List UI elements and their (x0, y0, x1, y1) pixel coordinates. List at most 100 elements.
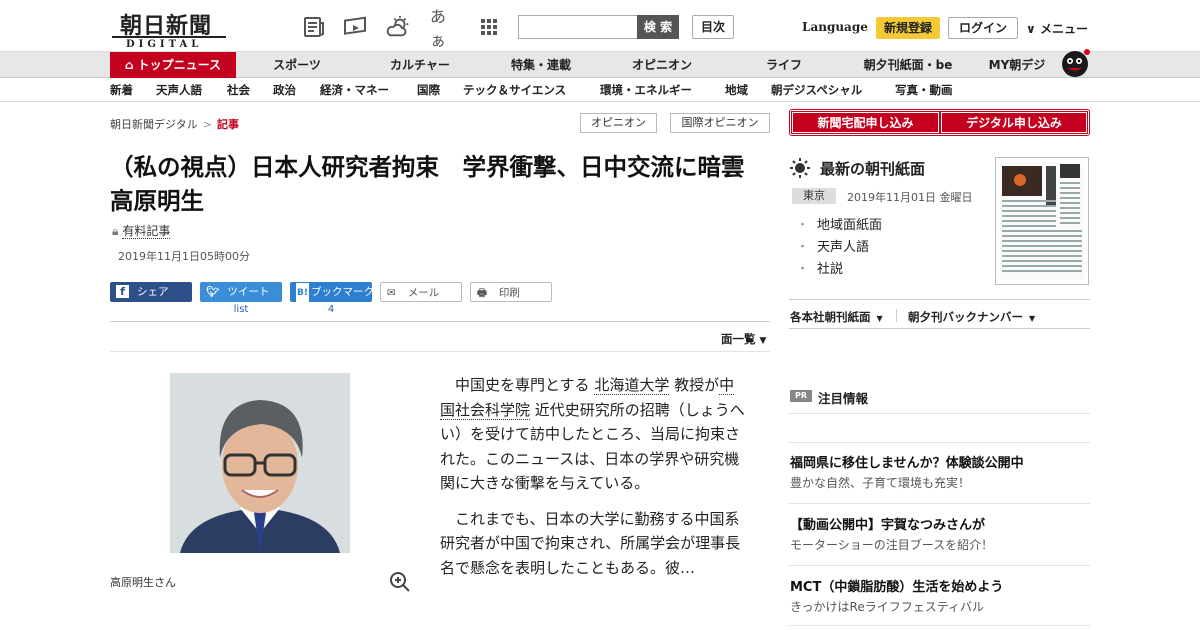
nav-features[interactable]: 特集・連載 (500, 52, 582, 78)
pr-item-headline[interactable]: MCT（中鎖脂肪酸）生活を始めよう (790, 576, 1003, 595)
weather-icon[interactable] (386, 14, 412, 40)
facebook-share-button[interactable]: f シェア (110, 282, 192, 302)
site-header: 朝日新聞 DIGITAL あぁ 検 索 目次 Language 新規登録 ログイ… (0, 0, 1200, 52)
divider (789, 413, 1090, 414)
caret-down-icon: ▼ (759, 336, 767, 346)
logo-sub-text: DIGITAL (122, 39, 207, 50)
nav-culture[interactable]: カルチャー (380, 52, 460, 78)
nav2-society[interactable]: 社会 (227, 78, 250, 102)
pr-item-subtext[interactable]: きっかけはReライフフェスティバル (790, 598, 984, 615)
paper-link-tenseijingo[interactable]: ・天声人語 (796, 236, 869, 255)
print-icon: 🖶︎ (477, 287, 487, 299)
article-title: （私の視点）日本人研究者拘束 学界衝撃、日中交流に暗雲 高原明生 (110, 153, 768, 215)
divider (896, 309, 897, 322)
nav2-economy[interactable]: 経済・マネー (320, 78, 389, 102)
nav2-region[interactable]: 地域 (725, 78, 748, 102)
article-paragraph: これまでも、日本の大学に勤務する中国系研究者が中国で拘束され、所属学会が理事長名… (440, 509, 741, 577)
pr-badge: PR (790, 390, 812, 402)
print-button[interactable]: 🖶︎ 印刷 (470, 282, 552, 302)
article-photo[interactable] (170, 373, 350, 553)
menu-button[interactable]: ∨ メニュー (1026, 20, 1088, 37)
divider (789, 299, 1090, 300)
nav-opinion[interactable]: オピニオン (624, 52, 700, 78)
register-button[interactable]: 新規登録 (876, 17, 940, 39)
newspaper-icon[interactable] (301, 14, 327, 40)
page-list-dropdown[interactable]: 面一覧 ▼ (721, 331, 766, 347)
divider (110, 321, 770, 322)
mail-icon: ✉ (387, 287, 396, 299)
nav2-latest[interactable]: 新着 (110, 78, 133, 102)
paid-label[interactable]: 有料記事 (122, 224, 171, 239)
article-date: 2019年11月1日05時00分 (118, 250, 250, 263)
nav-sports[interactable]: スポーツ (262, 52, 332, 78)
tag-opinion[interactable]: オピニオン (580, 113, 657, 133)
chevron-down-icon: ∨ (1026, 22, 1036, 36)
back-number-dropdown[interactable]: 朝夕刊バックナンバー ▼ (908, 309, 1035, 325)
nav2-tech-science[interactable]: テック＆サイエンス (463, 78, 566, 102)
toc-button[interactable]: 目次 (692, 15, 734, 39)
divider (789, 565, 1090, 566)
home-icon: ⌂ (125, 58, 134, 72)
tag-intl-opinion[interactable]: 国際オピニオン (670, 113, 770, 133)
pr-item-headline[interactable]: 福岡県に移住しませんか？体験談公開中 (790, 452, 1024, 471)
nav2-environment[interactable]: 環境・エネルギー (600, 78, 692, 102)
article-paragraph: 中国史を専門とする 北海道大学 教授が中国社会科学院 近代史研究所の招聘（しょう… (440, 376, 745, 492)
breadcrumb-home[interactable]: 朝日新聞デジタル (110, 118, 198, 131)
facebook-icon: f (116, 285, 129, 298)
twitter-count[interactable]: list (200, 304, 282, 315)
login-button[interactable]: ログイン (948, 17, 1018, 39)
breadcrumb-current: 記事 (217, 118, 239, 131)
pr-section-title: 注目情報 (818, 391, 869, 406)
sun-icon (789, 157, 811, 179)
twitter-share-button[interactable]: 🐦︎ ツイート (200, 282, 282, 302)
nav2-tenseijingo[interactable]: 天声人語 (156, 78, 202, 102)
nav-my-asadigi[interactable]: MY朝デジ (982, 52, 1052, 78)
grid-menu-icon[interactable] (476, 14, 502, 40)
search-input[interactable] (518, 15, 638, 39)
article-body: 中国史を専門とする 北海道大学 教授が中国社会科学院 近代史研究所の招聘（しょう… (440, 373, 745, 591)
nav-paper-be[interactable]: 朝夕刊紙面・be (856, 52, 960, 78)
mail-share-button[interactable]: ✉ メール (380, 282, 462, 302)
divider (789, 442, 1090, 443)
newspaper-thumbnail[interactable] (995, 157, 1089, 285)
menu-label: メニュー (1039, 22, 1088, 36)
nav-life[interactable]: ライフ (756, 52, 812, 78)
paper-date: 2019年11月01日 金曜日 (847, 191, 973, 204)
breadcrumb-separator: > (202, 118, 212, 131)
pr-item-subtext[interactable]: モーターショーの注目ブースを紹介！ (790, 536, 993, 553)
regional-paper-dropdown[interactable]: 各本社朝刊紙面 ▼ (790, 309, 883, 325)
nav-top-news[interactable]: ⌂ トップニュース (110, 52, 236, 78)
paper-link-regional[interactable]: ・地域面紙面 (796, 214, 882, 233)
breadcrumb: 朝日新聞デジタル > 記事 (110, 116, 239, 132)
edition-badge: 東京 (792, 188, 836, 204)
language-link[interactable]: Language (802, 20, 868, 34)
hatena-bookmark-icon: B! (296, 283, 309, 303)
paid-article-badge: 🔒︎ 有料記事 (112, 222, 171, 239)
twitter-icon: 🐦︎ (206, 286, 220, 298)
subscribe-paper-button[interactable]: 新聞宅配申し込み (791, 111, 940, 134)
link-hokkaido-univ[interactable]: 北海道大学 (594, 376, 670, 395)
hatena-bookmark-button[interactable]: B! ブックマーク (290, 282, 374, 303)
photo-caption: 高原明生さん (110, 576, 176, 589)
divider (110, 351, 770, 352)
caret-down-icon: ▼ (1029, 314, 1036, 323)
zoom-in-icon[interactable] (388, 570, 412, 594)
search-button[interactable]: 検 索 (637, 15, 679, 39)
tv-icon[interactable] (342, 14, 368, 40)
caret-down-icon: ▼ (876, 314, 883, 323)
nav2-international[interactable]: 国際 (417, 78, 440, 102)
mascot-icon[interactable] (1058, 44, 1092, 78)
pr-item-headline[interactable]: 【動画公開中】宇賀なつみさんが (790, 514, 985, 533)
divider (789, 328, 1090, 329)
latest-paper-title[interactable]: 最新の朝刊紙面 (820, 158, 925, 179)
nav2-special[interactable]: 朝デジスペシャル (771, 78, 862, 102)
nav2-photo-video[interactable]: 写真・動画 (895, 78, 953, 102)
nav2-politics[interactable]: 政治 (273, 78, 296, 102)
pr-item-subtext[interactable]: 豊かな自然、子育て環境も充実！ (790, 474, 970, 491)
secondary-nav: 新着 天声人語 社会 政治 経済・マネー 国際 テック＆サイエンス 環境・エネル… (0, 78, 1200, 102)
subscribe-digital-button[interactable]: デジタル申し込み (940, 111, 1088, 134)
bookmark-count[interactable]: 4 (290, 304, 372, 315)
paper-link-editorial[interactable]: ・社説 (796, 258, 843, 277)
font-size-icon[interactable]: あぁ (430, 7, 456, 50)
site-logo[interactable]: 朝日新聞 DIGITAL (112, 8, 230, 50)
